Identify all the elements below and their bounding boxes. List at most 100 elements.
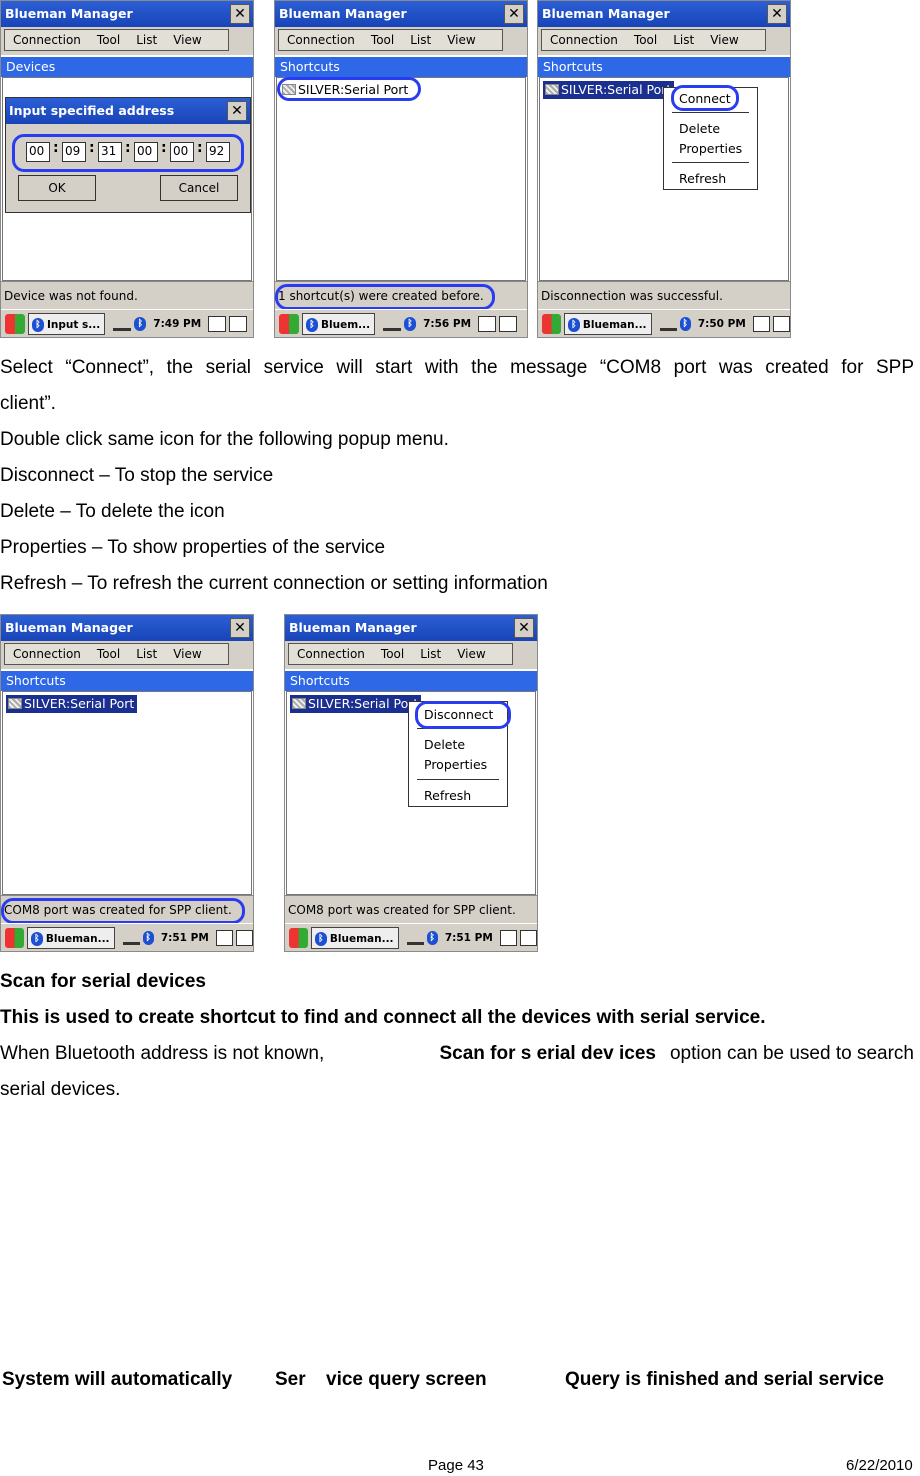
clock[interactable]: 7:50 PM: [698, 318, 746, 330]
windows-icon[interactable]: [772, 315, 790, 332]
clock[interactable]: 7:56 PM: [423, 318, 471, 330]
taskbar-app[interactable]: ᛒ Bluem...: [302, 312, 376, 335]
menu-connection[interactable]: Connection: [542, 33, 626, 47]
shortcut-item-selected[interactable]: SILVER:Serial Port: [543, 81, 675, 99]
menu-tool[interactable]: Tool: [89, 647, 128, 661]
close-icon[interactable]: ✕: [767, 4, 787, 24]
menu-connection[interactable]: Connection: [279, 33, 363, 47]
highlight-ring: [12, 134, 244, 172]
serial-port-icon: [292, 698, 306, 709]
bluetooth-icon[interactable]: ᛒ: [404, 316, 417, 331]
highlight-ring: [275, 284, 495, 310]
network-icon[interactable]: [122, 931, 140, 945]
input-panel-icon[interactable]: [499, 929, 517, 946]
window-title: Blueman Manager: [1, 1, 253, 27]
windows-icon[interactable]: [229, 315, 248, 332]
menu-tool[interactable]: Tool: [89, 33, 128, 47]
taskbar-app-label: Input s...: [47, 319, 101, 331]
close-icon[interactable]: ✕: [230, 4, 250, 24]
paragraph-connect-cont: client”.: [0, 393, 56, 414]
menu-list[interactable]: List: [402, 33, 439, 47]
taskbar: ᛒ Bluem... ᛒ 7:56 PM: [275, 309, 527, 337]
bluetooth-icon[interactable]: ᛒ: [426, 930, 438, 945]
taskbar-app[interactable]: ᛒ Blueman...: [26, 926, 115, 949]
taskbar-app[interactable]: ᛒ Blueman...: [563, 312, 652, 335]
clock[interactable]: 7:49 PM: [153, 318, 201, 330]
section-subheading: This is used to create shortcut to find …: [0, 1007, 766, 1028]
caption-1: System will automatically: [2, 1369, 233, 1390]
start-icon[interactable]: [542, 313, 561, 334]
menu-connection[interactable]: Connection: [5, 33, 89, 47]
menu-bar: Connection Tool List View: [1, 27, 253, 55]
screenshot-shortcut-created: Blueman Manager ✕ Connection Tool List V…: [274, 0, 528, 338]
input-panel-icon[interactable]: [215, 929, 233, 946]
network-icon[interactable]: [659, 317, 677, 331]
bluetooth-icon[interactable]: ᛒ: [134, 316, 147, 331]
section-header: Devices: [1, 57, 253, 77]
network-icon[interactable]: [113, 317, 132, 331]
start-icon[interactable]: [5, 927, 24, 948]
start-icon[interactable]: [289, 927, 308, 948]
menu-view[interactable]: View: [702, 33, 746, 47]
menu-tool[interactable]: Tool: [373, 647, 412, 661]
windows-icon[interactable]: [235, 929, 253, 946]
cancel-button[interactable]: Cancel: [160, 175, 238, 201]
screenshot-connect-popup: Blueman Manager ✕ Connection Tool List V…: [537, 0, 791, 338]
menu-item-refresh[interactable]: Refresh: [679, 171, 726, 186]
menu-list[interactable]: List: [128, 33, 165, 47]
start-icon[interactable]: [279, 313, 299, 334]
menu-bar: Connection Tool List View: [538, 27, 790, 55]
taskbar-app[interactable]: ᛒ Input s...: [28, 312, 106, 335]
section-header: Shortcuts: [285, 671, 537, 691]
menu-item-delete[interactable]: Delete: [679, 121, 720, 136]
bluetooth-icon[interactable]: ᛒ: [142, 930, 154, 945]
dialog-close-icon[interactable]: ✕: [227, 101, 247, 121]
menu-separator: [672, 162, 749, 163]
menu-view[interactable]: View: [165, 33, 209, 47]
clock[interactable]: 7:51 PM: [445, 932, 493, 944]
menu-connection[interactable]: Connection: [5, 647, 89, 661]
bluetooth-icon[interactable]: ᛒ: [679, 316, 691, 331]
menu-tool[interactable]: Tool: [626, 33, 665, 47]
input-panel-icon[interactable]: [752, 315, 770, 332]
item-refresh: Refresh – To refresh the current connect…: [0, 573, 548, 594]
menu-bar: Connection Tool List View: [275, 27, 527, 55]
menu-view[interactable]: View: [165, 647, 209, 661]
clock[interactable]: 7:51 PM: [161, 932, 209, 944]
ok-button[interactable]: OK: [18, 175, 96, 201]
screenshot-disconnect-popup: Blueman Manager ✕ Connection Tool List V…: [284, 614, 538, 952]
network-icon[interactable]: [383, 317, 402, 331]
menu-item-properties[interactable]: Properties: [679, 141, 742, 156]
shortcut-item-selected[interactable]: SILVER:Serial Port: [6, 695, 138, 713]
windows-icon[interactable]: [499, 315, 518, 332]
page-number: Page 43: [428, 1457, 484, 1474]
close-icon[interactable]: ✕: [230, 618, 250, 638]
status-bar: Device was not found.: [1, 281, 253, 309]
menu-view[interactable]: View: [439, 33, 483, 47]
close-icon[interactable]: ✕: [504, 4, 524, 24]
taskbar-app[interactable]: ᛒ Blueman...: [310, 926, 399, 949]
bluetooth-icon: ᛒ: [32, 318, 44, 332]
menu-item-delete[interactable]: Delete: [424, 737, 465, 752]
paragraph-scan: When Bluetooth address is not known, Sca…: [0, 1042, 914, 1066]
menu-item-properties[interactable]: Properties: [424, 757, 487, 772]
menu-item-refresh[interactable]: Refresh: [424, 788, 471, 803]
menu-list[interactable]: List: [412, 647, 449, 661]
start-icon[interactable]: [5, 313, 25, 334]
menu-tool[interactable]: Tool: [363, 33, 402, 47]
menu-view[interactable]: View: [449, 647, 493, 661]
menu-connection[interactable]: Connection: [289, 647, 373, 661]
dialog-title: Input specified address: [6, 98, 250, 124]
close-icon[interactable]: ✕: [514, 618, 534, 638]
shortcut-label: SILVER:Serial Port: [308, 696, 419, 711]
paragraph-scan-part2: option can be used to search: [669, 1043, 914, 1064]
windows-icon[interactable]: [519, 929, 537, 946]
shortcut-item-selected[interactable]: SILVER:Serial Port: [290, 695, 422, 713]
input-panel-icon[interactable]: [208, 315, 227, 332]
input-panel-icon[interactable]: [478, 315, 497, 332]
menu-list[interactable]: List: [128, 647, 165, 661]
network-icon[interactable]: [406, 931, 424, 945]
status-bar: COM8 port was created for SPP client.: [285, 895, 537, 923]
paragraph-connect: Select “Connect”, the serial service wil…: [0, 357, 914, 378]
menu-list[interactable]: List: [665, 33, 702, 47]
